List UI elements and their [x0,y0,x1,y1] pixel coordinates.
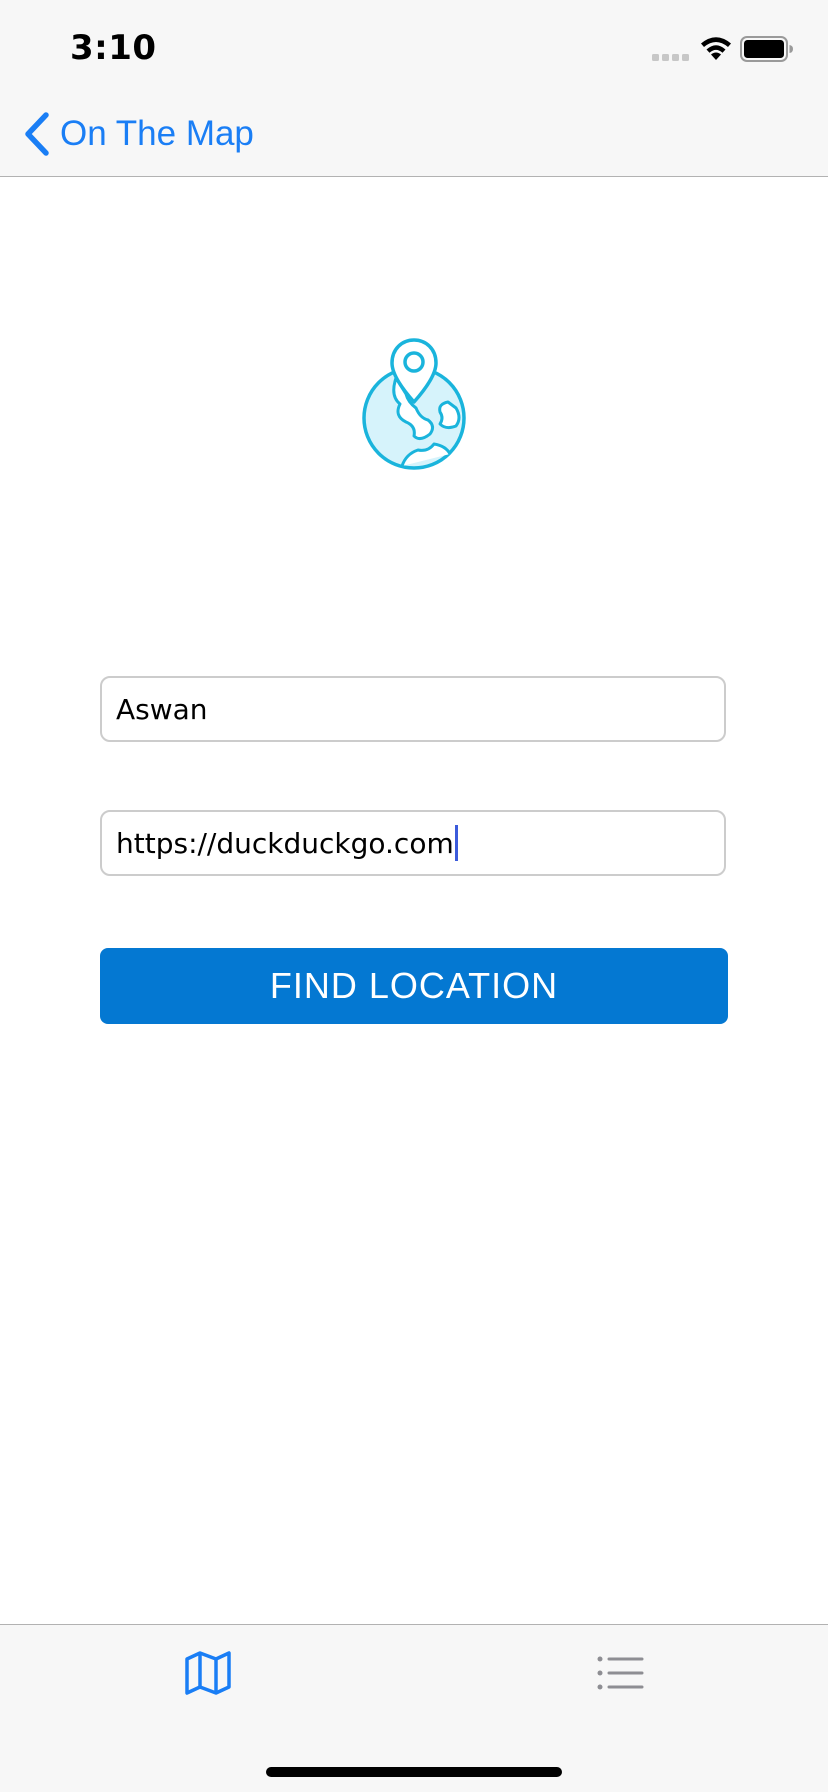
find-location-label: FIND LOCATION [269,965,559,1006]
back-button[interactable]: On The Map [22,106,254,162]
status-bar: 3:10 [0,0,828,92]
signal-icon [652,54,689,61]
location-field[interactable]: Aswan [100,676,726,742]
status-time: 3:10 [70,28,157,68]
wifi-icon [701,37,731,60]
home-indicator[interactable] [266,1767,562,1777]
back-button-label: On The Map [60,114,254,153]
text-cursor [454,825,458,861]
screen: 3:10 On The Map Aswan https://duckduckgo… [0,0,828,1792]
list-icon [597,1656,644,1690]
globe-location-pin-icon [362,338,466,470]
tab-bar [0,1624,828,1792]
map-icon [185,1651,231,1695]
url-field-value: https://duckduckgo.com [116,826,454,860]
tab-map[interactable] [178,1643,238,1703]
location-field-value: Aswan [116,692,208,726]
chevron-left-icon [25,112,49,156]
battery-icon [740,36,793,62]
find-location-button[interactable]: FIND LOCATION [100,948,728,1024]
navigation-bar: On The Map [0,92,828,177]
tab-list[interactable] [590,1643,650,1703]
url-field[interactable]: https://duckduckgo.com [100,810,726,876]
